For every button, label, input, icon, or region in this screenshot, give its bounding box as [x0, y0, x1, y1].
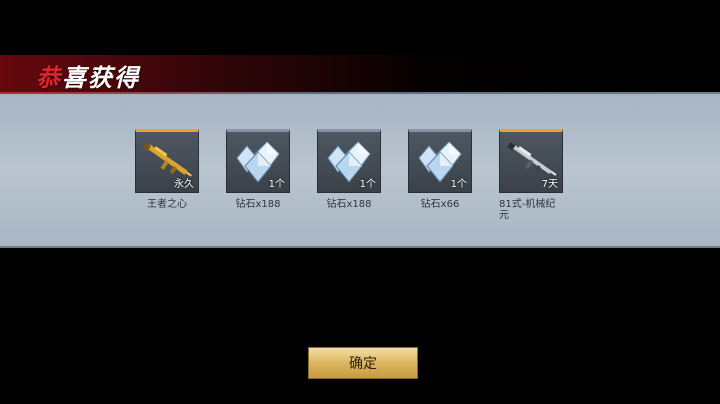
reward-tile[interactable]: 1个 [226, 129, 290, 193]
reward-item[interactable]: 1个 钻石x188 [226, 129, 290, 210]
item-badge: 1个 [268, 179, 285, 190]
page-title: 恭喜获得 [36, 58, 140, 92]
item-badge: 1个 [359, 179, 376, 190]
item-name: 钻石x188 [235, 199, 281, 210]
item-badge: 永久 [174, 179, 194, 190]
item-name: 81式-机械纪元 [499, 199, 556, 221]
item-name: 王者之心 [147, 199, 187, 210]
item-name: 钻石x66 [420, 199, 460, 210]
item-name: 钻石x188 [326, 199, 372, 210]
reward-item[interactable]: 永久 王者之心 [135, 129, 199, 210]
title-text: 喜获得 [62, 64, 140, 92]
reward-item[interactable]: 1个 钻石x188 [317, 129, 381, 210]
reward-tile[interactable]: 1个 [317, 129, 381, 193]
item-badge: 7天 [541, 179, 558, 190]
reward-tile[interactable]: 7天 [499, 129, 563, 193]
reward-tile[interactable]: 永久 [135, 129, 199, 193]
title-accent-char: 恭 [36, 64, 62, 92]
item-badge: 1个 [450, 179, 467, 190]
panel-top-edge [0, 92, 720, 94]
reward-item[interactable]: 1个 钻石x66 [408, 129, 472, 210]
confirm-button[interactable]: 确定 [308, 347, 418, 379]
reward-tile[interactable]: 1个 [408, 129, 472, 193]
reward-item[interactable]: 7天 81式-机械纪元 [499, 129, 563, 221]
